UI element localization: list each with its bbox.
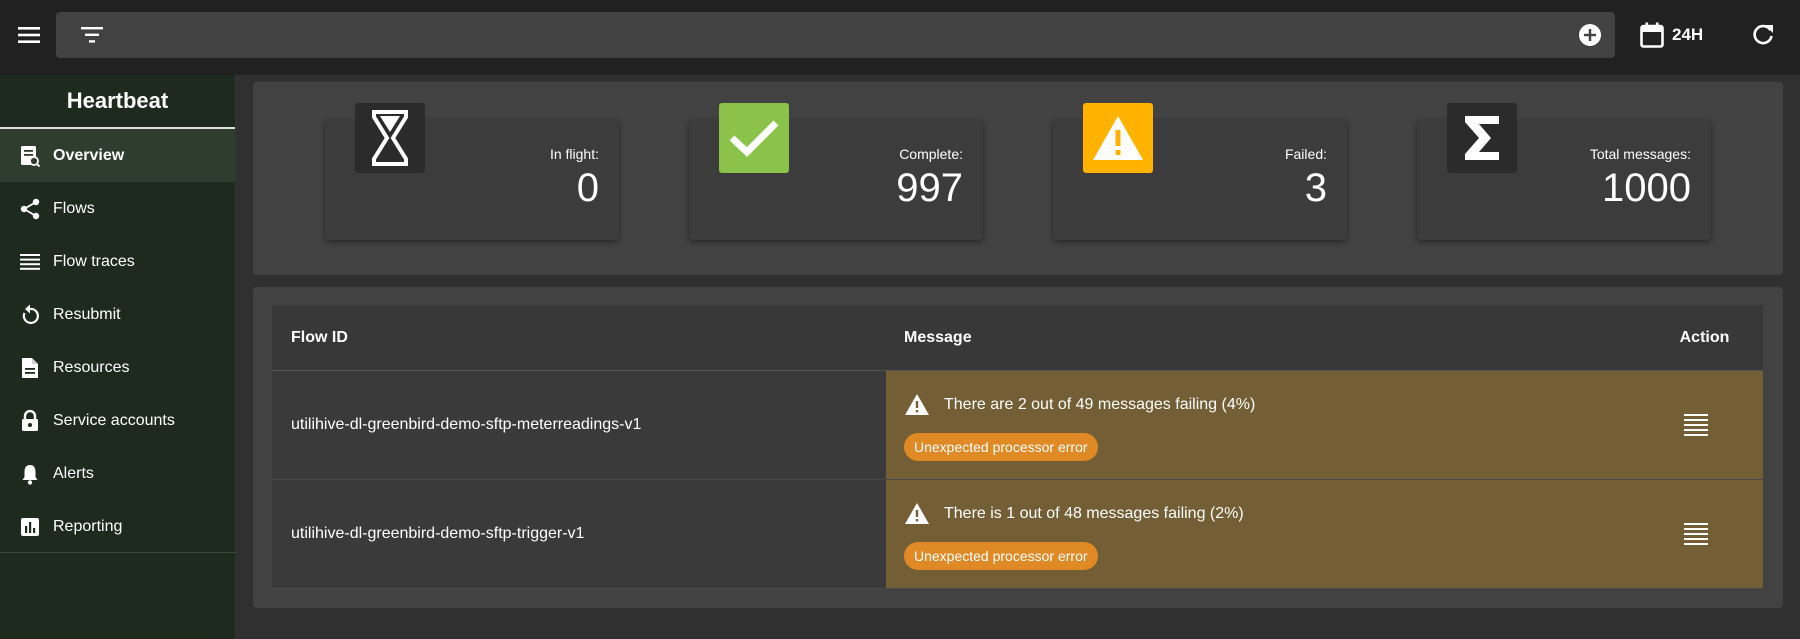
lock-icon: [19, 409, 41, 432]
sidebar-item-reporting[interactable]: Reporting: [0, 500, 235, 553]
stat-value: 1000: [1602, 166, 1691, 210]
menu-button[interactable]: [12, 18, 46, 52]
failing-flows-table: Flow ID Message Action utilihive-dl-gree…: [272, 305, 1763, 589]
sidebar-item-resubmit[interactable]: Resubmit: [0, 288, 235, 341]
hamburger-icon: [18, 27, 40, 43]
warning-icon: [905, 394, 929, 415]
column-header-flow-id: Flow ID: [291, 328, 348, 346]
sidebar-item-label: Alerts: [53, 464, 94, 482]
filter-button[interactable]: [80, 23, 104, 47]
warning-icon: [1083, 103, 1153, 173]
sigma-icon: [1447, 103, 1517, 173]
stat-card-in-flight: In flight: 0: [325, 103, 619, 240]
failing-flows-panel: Flow ID Message Action utilihive-dl-gree…: [253, 287, 1783, 608]
table-header: Flow ID Message Action: [272, 305, 1763, 371]
time-range-label: 24H: [1672, 25, 1704, 44]
add-circle-icon: [1579, 24, 1601, 46]
stat-label: Failed:: [1284, 146, 1327, 162]
sidebar-title: Heartbeat: [0, 75, 235, 129]
calendar-icon: [1640, 22, 1664, 48]
list-icon: [1684, 414, 1708, 436]
document-icon: [19, 357, 41, 379]
flows-icon: [19, 198, 41, 220]
stats-panel: In flight: 0 Complete: 997 Failed: 3 Tot…: [253, 82, 1783, 275]
view-traces-button[interactable]: [1681, 411, 1711, 439]
message-text: There are 2 out of 49 messages failing (…: [944, 395, 1256, 413]
sidebar-item-label: Resubmit: [53, 305, 121, 323]
flow-id-cell: utilihive-dl-greenbird-demo-sftp-trigger…: [272, 480, 886, 588]
filter-icon: [81, 27, 103, 43]
sidebar-item-label: Reporting: [53, 517, 123, 535]
add-filter-button[interactable]: [1577, 22, 1603, 48]
search-bar: [56, 12, 1615, 58]
top-app-bar: 24H: [0, 0, 1800, 75]
resubmit-icon: [19, 304, 41, 326]
sidebar-item-label: Flow traces: [53, 252, 135, 270]
sidebar: Heartbeat Overview Flows Flow traces Res…: [0, 75, 236, 639]
search-input[interactable]: [120, 20, 1520, 50]
error-tag: Unexpected processor error: [904, 542, 1098, 570]
column-header-action: Action: [1679, 328, 1730, 346]
stat-value: 0: [576, 166, 599, 210]
message-cell: There is 1 out of 48 messages failing (2…: [886, 480, 1763, 588]
sidebar-item-resources[interactable]: Resources: [0, 341, 235, 394]
stat-card-failed: Failed: 3: [1053, 103, 1347, 240]
message-cell: There are 2 out of 49 messages failing (…: [886, 371, 1763, 479]
message-text: There is 1 out of 48 messages failing (2…: [944, 504, 1244, 522]
warning-icon: [905, 503, 929, 524]
check-icon: [719, 103, 789, 173]
stat-card-complete: Complete: 997: [689, 103, 983, 240]
sidebar-item-alerts[interactable]: Alerts: [0, 447, 235, 500]
overview-icon: [19, 145, 41, 167]
sidebar-item-overview[interactable]: Overview: [0, 129, 235, 182]
sidebar-item-flows[interactable]: Flows: [0, 182, 235, 235]
sidebar-item-service-accounts[interactable]: Service accounts: [0, 394, 235, 447]
stat-label: Complete:: [899, 146, 963, 162]
sidebar-item-label: Service accounts: [53, 411, 175, 429]
sidebar-item-label: Flows: [53, 199, 95, 217]
message-line: There is 1 out of 48 messages failing (2…: [904, 502, 1244, 525]
sidebar-item-label: Overview: [53, 146, 125, 164]
error-tag: Unexpected processor error: [904, 433, 1098, 461]
list-icon: [1684, 523, 1708, 545]
flow-id-cell: utilihive-dl-greenbird-demo-sftp-meterre…: [272, 371, 886, 479]
message-line: There are 2 out of 49 messages failing (…: [904, 393, 1255, 416]
stat-value: 3: [1304, 166, 1327, 210]
stat-value: 997: [896, 166, 963, 210]
chart-icon: [19, 516, 41, 538]
table-row: utilihive-dl-greenbird-demo-sftp-meterre…: [272, 371, 1763, 480]
refresh-icon: [1753, 24, 1773, 45]
bell-icon: [19, 463, 41, 485]
stat-card-total: Total messages: 1000: [1417, 103, 1711, 240]
sidebar-item-label: Resources: [53, 358, 130, 376]
stat-label: In flight:: [549, 146, 599, 162]
refresh-button[interactable]: [1748, 18, 1778, 52]
sidebar-divider: [0, 552, 236, 553]
column-header-message: Message: [904, 328, 972, 346]
table-row: utilihive-dl-greenbird-demo-sftp-trigger…: [272, 480, 1763, 589]
time-range-button[interactable]: 24H: [1640, 18, 1703, 52]
list-icon: [19, 251, 41, 273]
sidebar-item-flow-traces[interactable]: Flow traces: [0, 235, 235, 288]
stat-label: Total messages:: [1589, 146, 1691, 162]
view-traces-button[interactable]: [1681, 520, 1711, 548]
hourglass-icon: [355, 103, 425, 173]
